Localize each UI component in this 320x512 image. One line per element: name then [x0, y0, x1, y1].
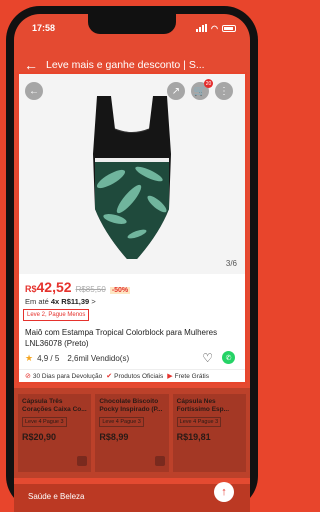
card-tag: Leve 4 Pague 3: [176, 417, 222, 427]
truck-icon: ▶: [167, 373, 173, 380]
screen: 17:58 ◠ ← Leve mais e ganhe desconto | S…: [14, 14, 250, 512]
card-name: Chocolate Biscoito Pocky Inspirado (P...: [99, 398, 163, 413]
promo-tag[interactable]: Leve 2, Pague Menos: [23, 309, 90, 321]
product-card-small[interactable]: Cápsula Três Corações Caixa Co... Leve 4…: [18, 394, 92, 472]
notch: [88, 14, 176, 34]
rating-value: 4,9 / 5: [37, 354, 60, 363]
cart-icon[interactable]: 🛒 20: [191, 79, 213, 100]
benefits-row[interactable]: ⊘ 30 Dias para Devolução ✔ Produtos Ofic…: [25, 372, 209, 381]
more-options-icon[interactable]: ⋮: [215, 82, 233, 100]
image-back-icon[interactable]: ←: [25, 82, 43, 100]
status-icons: ◠: [196, 24, 236, 33]
installment-prefix: Em até: [25, 297, 49, 306]
heart-icon[interactable]: ♡: [202, 351, 213, 365]
sold-count: 2,6mil Vendido(s): [67, 354, 130, 363]
card-tag: Leve 4 Pague 3: [99, 417, 144, 427]
official-icon: ✔: [106, 373, 113, 380]
price-row: R$ 42,52 R$85,50 -50%: [25, 279, 131, 295]
back-arrow-icon[interactable]: ←: [24, 57, 38, 73]
benefit-label: 30 Dias para Devolução: [32, 372, 103, 380]
status-time: 17:58: [32, 23, 56, 33]
share-icon[interactable]: ↗: [167, 82, 185, 100]
add-to-cart-icon[interactable]: [77, 456, 88, 466]
image-counter: 3/6: [225, 259, 237, 268]
price-value: 42,52: [36, 279, 72, 295]
product-title: Maiô com Estampa Tropical Colorblock par…: [25, 328, 218, 348]
card-price: R$8,99: [99, 432, 129, 442]
recommendation-row: Cápsula Três Corações Caixa Co... Leve 4…: [14, 388, 250, 478]
benefit-label: Frete Grátis: [174, 372, 209, 380]
benefit-return: ⊘ 30 Dias para Devolução: [25, 372, 103, 381]
page-title: Leve mais e ganhe desconto | S...: [46, 59, 205, 71]
star-icon: ★: [25, 353, 34, 363]
card-price: R$19,81: [176, 432, 211, 442]
card-price: R$20,90: [22, 432, 57, 442]
add-to-cart-icon[interactable]: [154, 456, 165, 466]
chevron-right-icon: >: [91, 297, 96, 306]
rating-row: ★ 4,9 / 5 2,6mil Vendido(s) ♡ ✆: [25, 351, 241, 365]
wifi-icon: ◠: [211, 23, 218, 33]
card-name: Cápsula Nes Fortíssimo Esp...: [176, 398, 230, 413]
installment-info[interactable]: Em até 4x R$11,39 >: [25, 297, 96, 306]
product-card-small[interactable]: Cápsula Nes Fortíssimo Esp... Leve 4 Pag…: [172, 394, 246, 472]
installment-amount: 4x R$11,39: [50, 297, 90, 306]
benefit-official: ✔ Produtos Oficiais: [106, 372, 164, 381]
card-tag: Leve 4 Pague 3: [22, 417, 67, 427]
product-card-small[interactable]: Chocolate Biscoito Pocky Inspirado (P...…: [95, 394, 169, 472]
card-name: Cápsula Três Corações Caixa Co...: [22, 398, 87, 413]
signal-icon: [196, 24, 208, 32]
discount-badge: -50%: [109, 287, 131, 294]
benefit-label: Produtos Oficiais: [114, 372, 164, 380]
bottom-category-label: Saúde e Beleza: [28, 492, 85, 501]
battery-icon: [222, 24, 236, 32]
benefit-shipping: ▶ Frete Grátis: [167, 372, 209, 381]
divider: [19, 369, 245, 370]
price-currency: R$: [25, 284, 37, 294]
cart-count-badge: 20: [204, 79, 213, 88]
old-price: R$85,50: [75, 285, 106, 294]
scroll-top-icon[interactable]: ↑: [214, 482, 234, 502]
whatsapp-icon[interactable]: ✆: [222, 351, 235, 364]
swimsuit-image: [93, 96, 171, 259]
product-card: ← ↗ 🛒 20 ⋮ 3/6 R$ 42,52 R$85,50 -50% Em …: [17, 72, 247, 384]
product-image[interactable]: ← ↗ 🛒 20 ⋮ 3/6: [19, 74, 245, 274]
return-icon: ⊘: [25, 373, 31, 380]
